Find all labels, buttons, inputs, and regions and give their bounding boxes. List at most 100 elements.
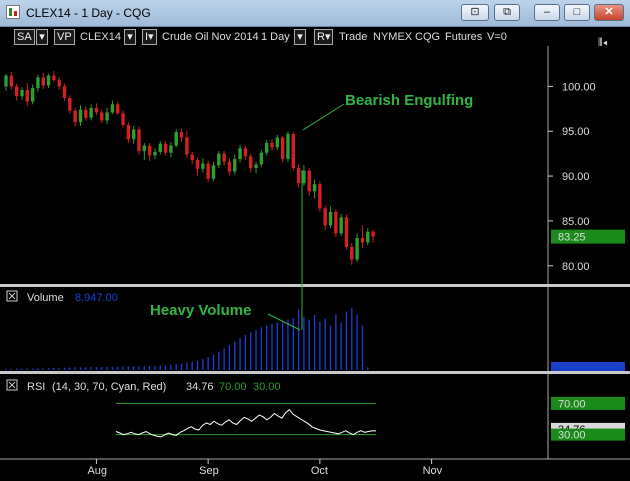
bearish-engulfing-annotation: Bearish Engulfing (345, 92, 473, 109)
price-candles (4, 71, 375, 265)
rsi-lower-tag-text: 30.00 (558, 430, 586, 442)
bearish-annotation-arrow (302, 103, 345, 131)
candle-body (254, 164, 258, 168)
candle-body (185, 137, 189, 155)
candle-body (366, 231, 370, 243)
time-tick-label: Oct (311, 465, 328, 477)
candle-body (9, 75, 14, 87)
rsi-title: RSI (27, 381, 45, 393)
candle-body (190, 154, 194, 160)
time-tick-label: Sep (199, 465, 219, 477)
candle-body (328, 211, 333, 226)
candle-body (68, 98, 72, 111)
time-tick-label: Nov (423, 465, 443, 477)
candle-body (110, 104, 115, 113)
candle-body (78, 109, 83, 123)
time-tick-label: Aug (87, 465, 107, 477)
candle-body (142, 145, 147, 151)
candle-body (344, 217, 349, 247)
candle-body (137, 129, 141, 151)
candle-body (286, 133, 290, 160)
candle-body (179, 132, 184, 138)
candle-body (312, 184, 317, 192)
price-tick-label: 100.00 (562, 81, 596, 93)
last-price-value: 83.25 (558, 232, 586, 244)
candle-body (371, 231, 375, 237)
heavy-volume-annotation: Heavy Volume (150, 302, 251, 319)
candle-body (163, 143, 168, 153)
candle-body (153, 151, 157, 156)
pane-divider-price-volume[interactable] (0, 284, 630, 287)
candle-body (206, 163, 210, 179)
price-tick-label: 80.00 (562, 261, 590, 273)
candle-body (84, 109, 88, 118)
price-tick-label: 85.00 (562, 216, 590, 228)
candle-body (264, 142, 269, 153)
candle-body (46, 75, 51, 86)
candle-body (243, 148, 248, 157)
candle-body (302, 170, 306, 184)
candle-body (350, 246, 354, 260)
candle-body (30, 88, 35, 102)
candle-body (323, 208, 327, 226)
volume-title: Volume (27, 292, 64, 304)
price-axis[interactable]: 100.00 95.00 90.00 85.00 80.00 (548, 81, 596, 273)
chart-window: CLEX14 - 1 Day - CQG ⊡ ⧉ – □ ✕ SA ▾ VP C… (0, 0, 630, 481)
candle-body (280, 137, 285, 160)
candle-body (217, 153, 221, 166)
candle-body (270, 142, 274, 148)
candle-body (169, 145, 173, 153)
candle-body (100, 112, 104, 121)
candle-body (41, 77, 45, 86)
candle-body (195, 159, 200, 169)
rsi-scale-tags: 70.00 34.76 30.00 (551, 396, 625, 442)
pane-divider-volume-rsi[interactable] (0, 371, 630, 374)
candle-body (238, 148, 242, 160)
rsi-upper-tag-text: 70.00 (558, 398, 586, 410)
candle-body (116, 104, 120, 114)
candle-body (105, 112, 109, 121)
chart-canvas[interactable]: 100.00 95.00 90.00 85.00 80.00 83.25 Bearish… (0, 0, 630, 481)
rsi-line (115, 408, 377, 438)
rsi-readout-lower: 30.00 (253, 381, 281, 393)
candle-body (201, 163, 205, 169)
candle-body (62, 86, 67, 99)
candle-body (73, 110, 77, 123)
candle-body (4, 75, 8, 87)
time-axis[interactable]: Aug Sep Oct Nov (87, 459, 443, 477)
rsi-readout-upper: 70.00 (219, 381, 247, 393)
candle-body (89, 107, 93, 118)
volume-readout: 8,947.00 (75, 292, 118, 304)
volume-last-tag (551, 362, 625, 371)
candle-body (275, 137, 280, 148)
candle-body (20, 89, 24, 97)
candle-body (360, 237, 365, 243)
rsi-params: (14, 30, 70, Cyan, Red) (52, 381, 166, 393)
candle-body (339, 217, 343, 234)
candle-body (318, 184, 322, 209)
candle-body (296, 168, 301, 184)
candle-body (259, 152, 264, 165)
candle-body (94, 107, 99, 113)
candle-body (131, 129, 136, 140)
rsi-readout-value: 34.76 (186, 381, 214, 393)
candle-body (174, 132, 178, 146)
candle-body (355, 237, 359, 260)
candle-body (307, 170, 311, 192)
candle-body (158, 143, 162, 152)
candle-body (25, 89, 29, 102)
candle-body (52, 75, 56, 81)
price-tick-label: 90.00 (562, 171, 590, 183)
heavy-volume-arrow (267, 313, 301, 331)
candle-body (121, 113, 125, 125)
candle-body (334, 211, 338, 234)
candle-body (126, 124, 131, 140)
candle-body (291, 133, 295, 168)
price-tick-label: 95.00 (562, 126, 590, 138)
candle-body (57, 80, 61, 87)
candle-body (233, 159, 237, 172)
candle-body (227, 161, 232, 172)
candle-body (36, 77, 40, 89)
candle-body (14, 86, 19, 97)
candle-body (222, 153, 226, 162)
